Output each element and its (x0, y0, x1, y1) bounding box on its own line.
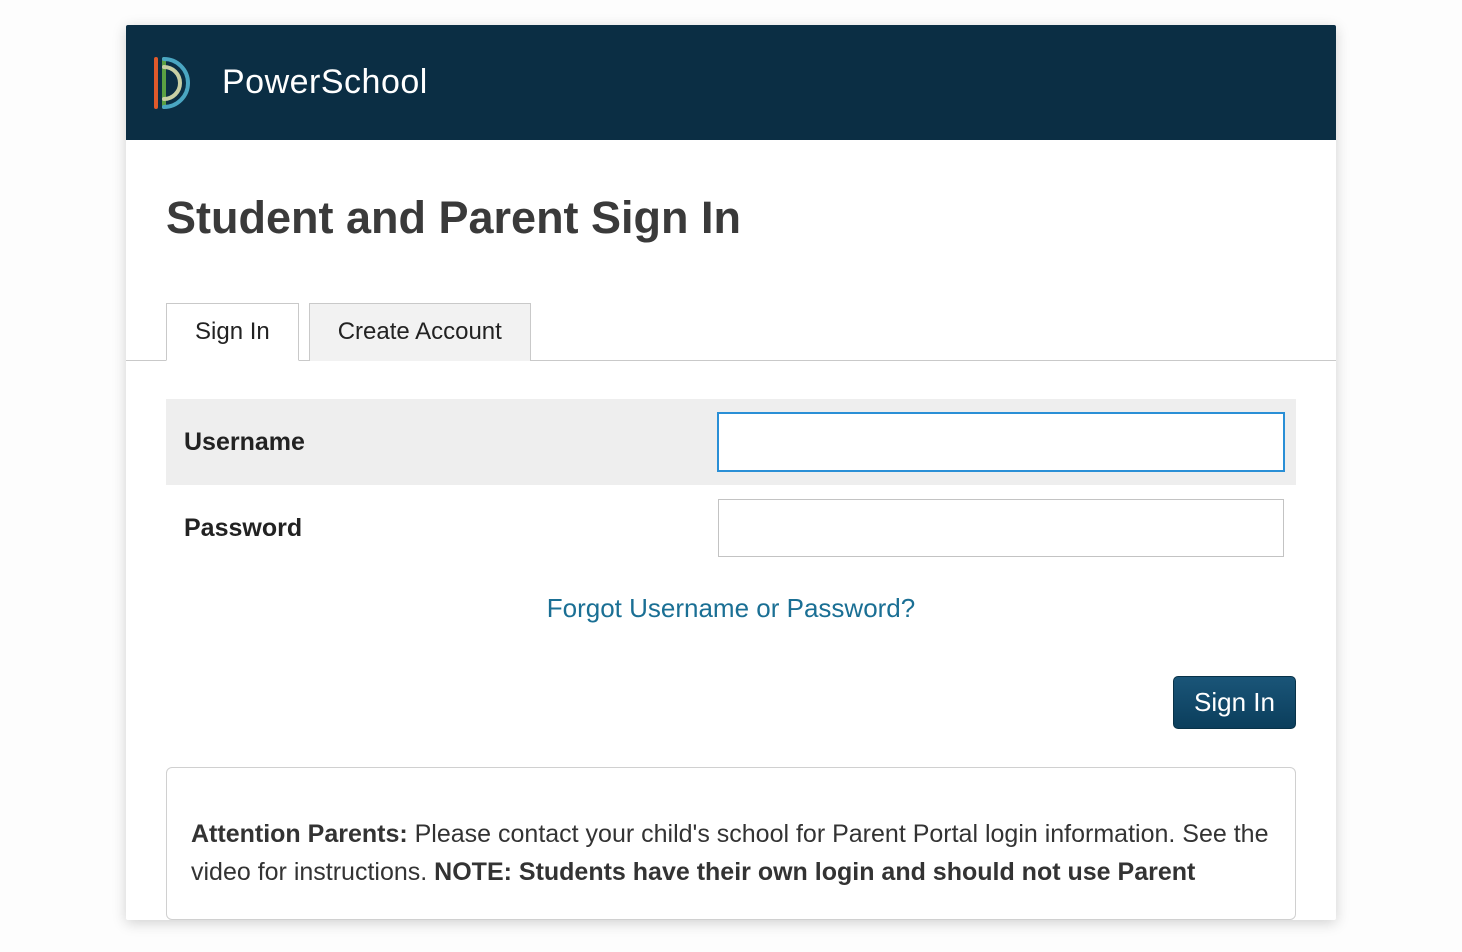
page-title: Student and Parent Sign In (166, 192, 1296, 244)
login-card: PowerSchool Student and Parent Sign In S… (126, 25, 1336, 920)
notice-note-bold: NOTE: Students have their own login and … (434, 858, 1195, 886)
brand-name: PowerSchool (222, 63, 428, 102)
password-row: Password (166, 485, 1296, 571)
notice-lead-bold: Attention Parents: (191, 820, 415, 848)
sign-in-button[interactable]: Sign In (1173, 676, 1296, 729)
powerschool-logo-icon (148, 53, 198, 113)
username-row: Username (166, 399, 1296, 485)
notice-box: Attention Parents: Please contact your c… (166, 767, 1296, 920)
password-label: Password (178, 514, 718, 543)
username-label: Username (178, 428, 718, 457)
header-bar: PowerSchool (126, 25, 1336, 140)
content-area: Student and Parent Sign In Sign In Creat… (126, 192, 1336, 920)
tab-sign-in[interactable]: Sign In (166, 303, 299, 361)
tab-bar: Sign In Create Account (126, 302, 1336, 361)
sign-in-form: Username Password Forgot Username or Pas… (166, 399, 1296, 920)
forgot-row: Forgot Username or Password? (166, 571, 1296, 634)
username-input[interactable] (718, 413, 1284, 471)
button-row: Sign In (166, 634, 1296, 759)
password-input[interactable] (718, 499, 1284, 557)
tab-create-account[interactable]: Create Account (309, 303, 531, 361)
forgot-link[interactable]: Forgot Username or Password? (547, 593, 915, 623)
